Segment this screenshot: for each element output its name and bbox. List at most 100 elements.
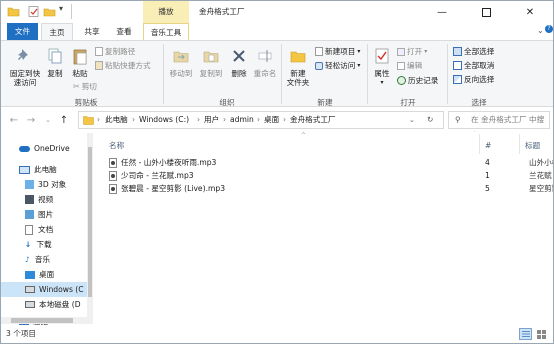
select-all-label: 全部选择 [464, 47, 495, 56]
nav-item-label: Windows (C [39, 285, 84, 294]
navigation-pane: OneDrive 此电脑 3D 对象 视频 图片 文档 ↓ 下载 ♪ 音乐 桌面… [1, 132, 93, 325]
nav-item-this-pc[interactable]: 此电脑 [1, 162, 57, 177]
nav-item-downloads[interactable]: ↓ 下载 [1, 237, 52, 252]
move-to-button[interactable]: 移动到 [167, 47, 195, 78]
address-bar[interactable]: › 此电脑 › Windows (C:) › 用户 › admin › 桌面 ›… [78, 111, 444, 129]
open-button[interactable]: 打开 ▾ [397, 46, 427, 57]
maximize-button[interactable] [465, 1, 507, 23]
nav-item-pictures[interactable]: 图片 [1, 207, 53, 222]
breadcrumb-admin[interactable]: admin [230, 112, 254, 128]
easy-access-button[interactable]: 轻松访问 ▾ [315, 60, 360, 71]
new-folder-label-line2: 文件夹 [286, 78, 310, 87]
organize-group-label: 组织 [219, 98, 235, 107]
search-box[interactable]: ⚲ 在 金舟格式工厂 中搜索 [448, 111, 550, 140]
music-note-icon: ♪ [25, 255, 30, 264]
column-divider[interactable] [519, 134, 520, 154]
details-view-icon[interactable] [519, 328, 532, 340]
file-row[interactable]: 少司命 - 兰花赋.mp3 1 兰花赋 [101, 169, 553, 182]
breadcrumb-this-pc[interactable]: 此电脑 [105, 112, 128, 128]
file-number: 4 [485, 158, 490, 167]
column-header-name[interactable]: 名称 [109, 138, 124, 154]
tab-share[interactable]: 共享 [79, 23, 105, 40]
up-arrow-icon[interactable]: ↑ [58, 114, 70, 126]
breadcrumb-windows-c[interactable]: Windows (C:) [139, 112, 189, 128]
nav-item-windows-c[interactable]: Windows (C [1, 282, 87, 297]
history-button[interactable]: 历史记录 [397, 75, 438, 86]
file-name-cell: 张碧晨 - 星空剪影 (Live).mp3 [109, 182, 225, 195]
nav-item-music[interactable]: ♪ 音乐 [1, 252, 50, 267]
breadcrumb-separator-icon: › [223, 115, 227, 124]
nav-pane-vertical-scrollbar[interactable] [87, 133, 93, 321]
properties-button[interactable]: 属性 ▾ [371, 47, 393, 87]
breadcrumb-desktop[interactable]: 桌面 [264, 112, 279, 128]
refresh-icon[interactable]: ↻ [427, 112, 433, 128]
breadcrumb-separator-icon: › [97, 115, 101, 124]
file-row[interactable]: 任然 - 山外小楼夜听雨.mp3 4 山外小楼夜听雨 [101, 156, 553, 169]
new-folder-button[interactable]: 新建 文件夹 [285, 47, 311, 87]
nav-item-label: 文档 [38, 225, 54, 234]
help-icon[interactable]: ? [545, 25, 553, 33]
nav-item-3d-objects[interactable]: 3D 对象 [1, 177, 66, 192]
nav-item-onedrive[interactable]: OneDrive [1, 141, 70, 156]
nav-item-videos[interactable]: 视频 [1, 192, 53, 207]
scrollbar-thumb[interactable] [88, 147, 92, 297]
invert-selection-button[interactable]: 反向选择 [453, 74, 494, 85]
pin-quick-access-label: 固定到快速访问 [9, 69, 41, 87]
breadcrumb-separator-icon: › [132, 115, 136, 124]
select-none-button[interactable]: 全部取消 [453, 60, 494, 71]
column-divider[interactable] [479, 134, 480, 154]
forward-arrow-icon[interactable]: → [25, 114, 37, 126]
paste-shortcut-button[interactable]: 粘贴快捷方式 [95, 60, 151, 71]
column-header-title[interactable]: 标题 [525, 138, 540, 154]
drive-icon [25, 301, 35, 308]
address-dropdown-chevron-icon[interactable]: ⌄ [409, 112, 415, 128]
breadcrumb-users[interactable]: 用户 [204, 112, 219, 128]
delete-x-icon [233, 50, 245, 62]
cut-button[interactable]: ✂ 剪切 [73, 81, 97, 92]
ribbon-collapse-chevron-icon[interactable]: ⌄ [537, 26, 544, 35]
nav-item-documents[interactable]: 文档 [1, 222, 53, 237]
new-item-button[interactable]: 新建项目 ▾ [315, 46, 360, 57]
tab-file[interactable]: 文件 [7, 23, 38, 40]
pin-quick-access-button[interactable]: 固定到快速访问 [7, 47, 43, 87]
copy-to-button[interactable]: 复制到 [197, 47, 225, 78]
edit-button[interactable]: 编辑 [397, 60, 422, 71]
copy-button[interactable]: 复制 [45, 47, 65, 78]
new-folder-label-line1: 新建 [290, 69, 306, 78]
mp3-file-icon [109, 157, 117, 168]
paste-shortcut-icon [95, 61, 103, 70]
minimize-button[interactable]: — [421, 1, 463, 23]
select-all-button[interactable]: 全部选择 [453, 46, 494, 57]
back-arrow-icon[interactable]: ← [8, 114, 20, 126]
computer-icon [19, 165, 30, 174]
open-group-label: 打开 [400, 98, 416, 107]
tab-music-tools[interactable]: 音乐工具 [143, 23, 189, 40]
video-icon [25, 195, 34, 204]
tab-view[interactable]: 查看 [111, 23, 137, 40]
file-title: 星空剪影 [529, 184, 553, 193]
delete-button[interactable]: 删除 [229, 47, 249, 78]
copy-path-icon [95, 47, 103, 56]
recent-locations-chevron-icon[interactable]: ⌄ [42, 114, 54, 126]
nav-item-desktop[interactable]: 桌面 [1, 267, 54, 282]
breadcrumb-current-folder[interactable]: 金舟格式工厂 [290, 112, 336, 128]
paste-shortcut-label: 粘贴快捷方式 [105, 61, 151, 70]
breadcrumb-separator-icon: › [197, 115, 201, 124]
invert-selection-label: 反向选择 [464, 75, 495, 84]
cloud-icon [19, 145, 30, 152]
large-icons-view-icon[interactable] [535, 328, 548, 340]
file-row[interactable]: 张碧晨 - 星空剪影 (Live).mp3 5 星空剪影 [101, 182, 553, 195]
properties-check-icon[interactable] [27, 5, 40, 18]
copy-label: 复制 [47, 69, 63, 78]
new-folder-quick-icon[interactable] [43, 5, 56, 18]
column-header-number[interactable]: # [485, 138, 491, 154]
close-button[interactable]: ✕ [509, 1, 551, 23]
nav-pane-horizontal-scrollbar[interactable] [1, 317, 93, 324]
paste-button[interactable]: 粘贴 [69, 47, 91, 78]
rename-button[interactable]: 重命名 [253, 47, 277, 78]
scrollbar-thumb[interactable] [11, 318, 73, 323]
nav-item-local-disk-d[interactable]: 本地磁盘 (D [1, 297, 81, 312]
easy-access-icon [315, 61, 323, 70]
copy-path-button[interactable]: 复制路径 [95, 46, 135, 57]
tab-home[interactable]: 主页 [41, 23, 73, 40]
